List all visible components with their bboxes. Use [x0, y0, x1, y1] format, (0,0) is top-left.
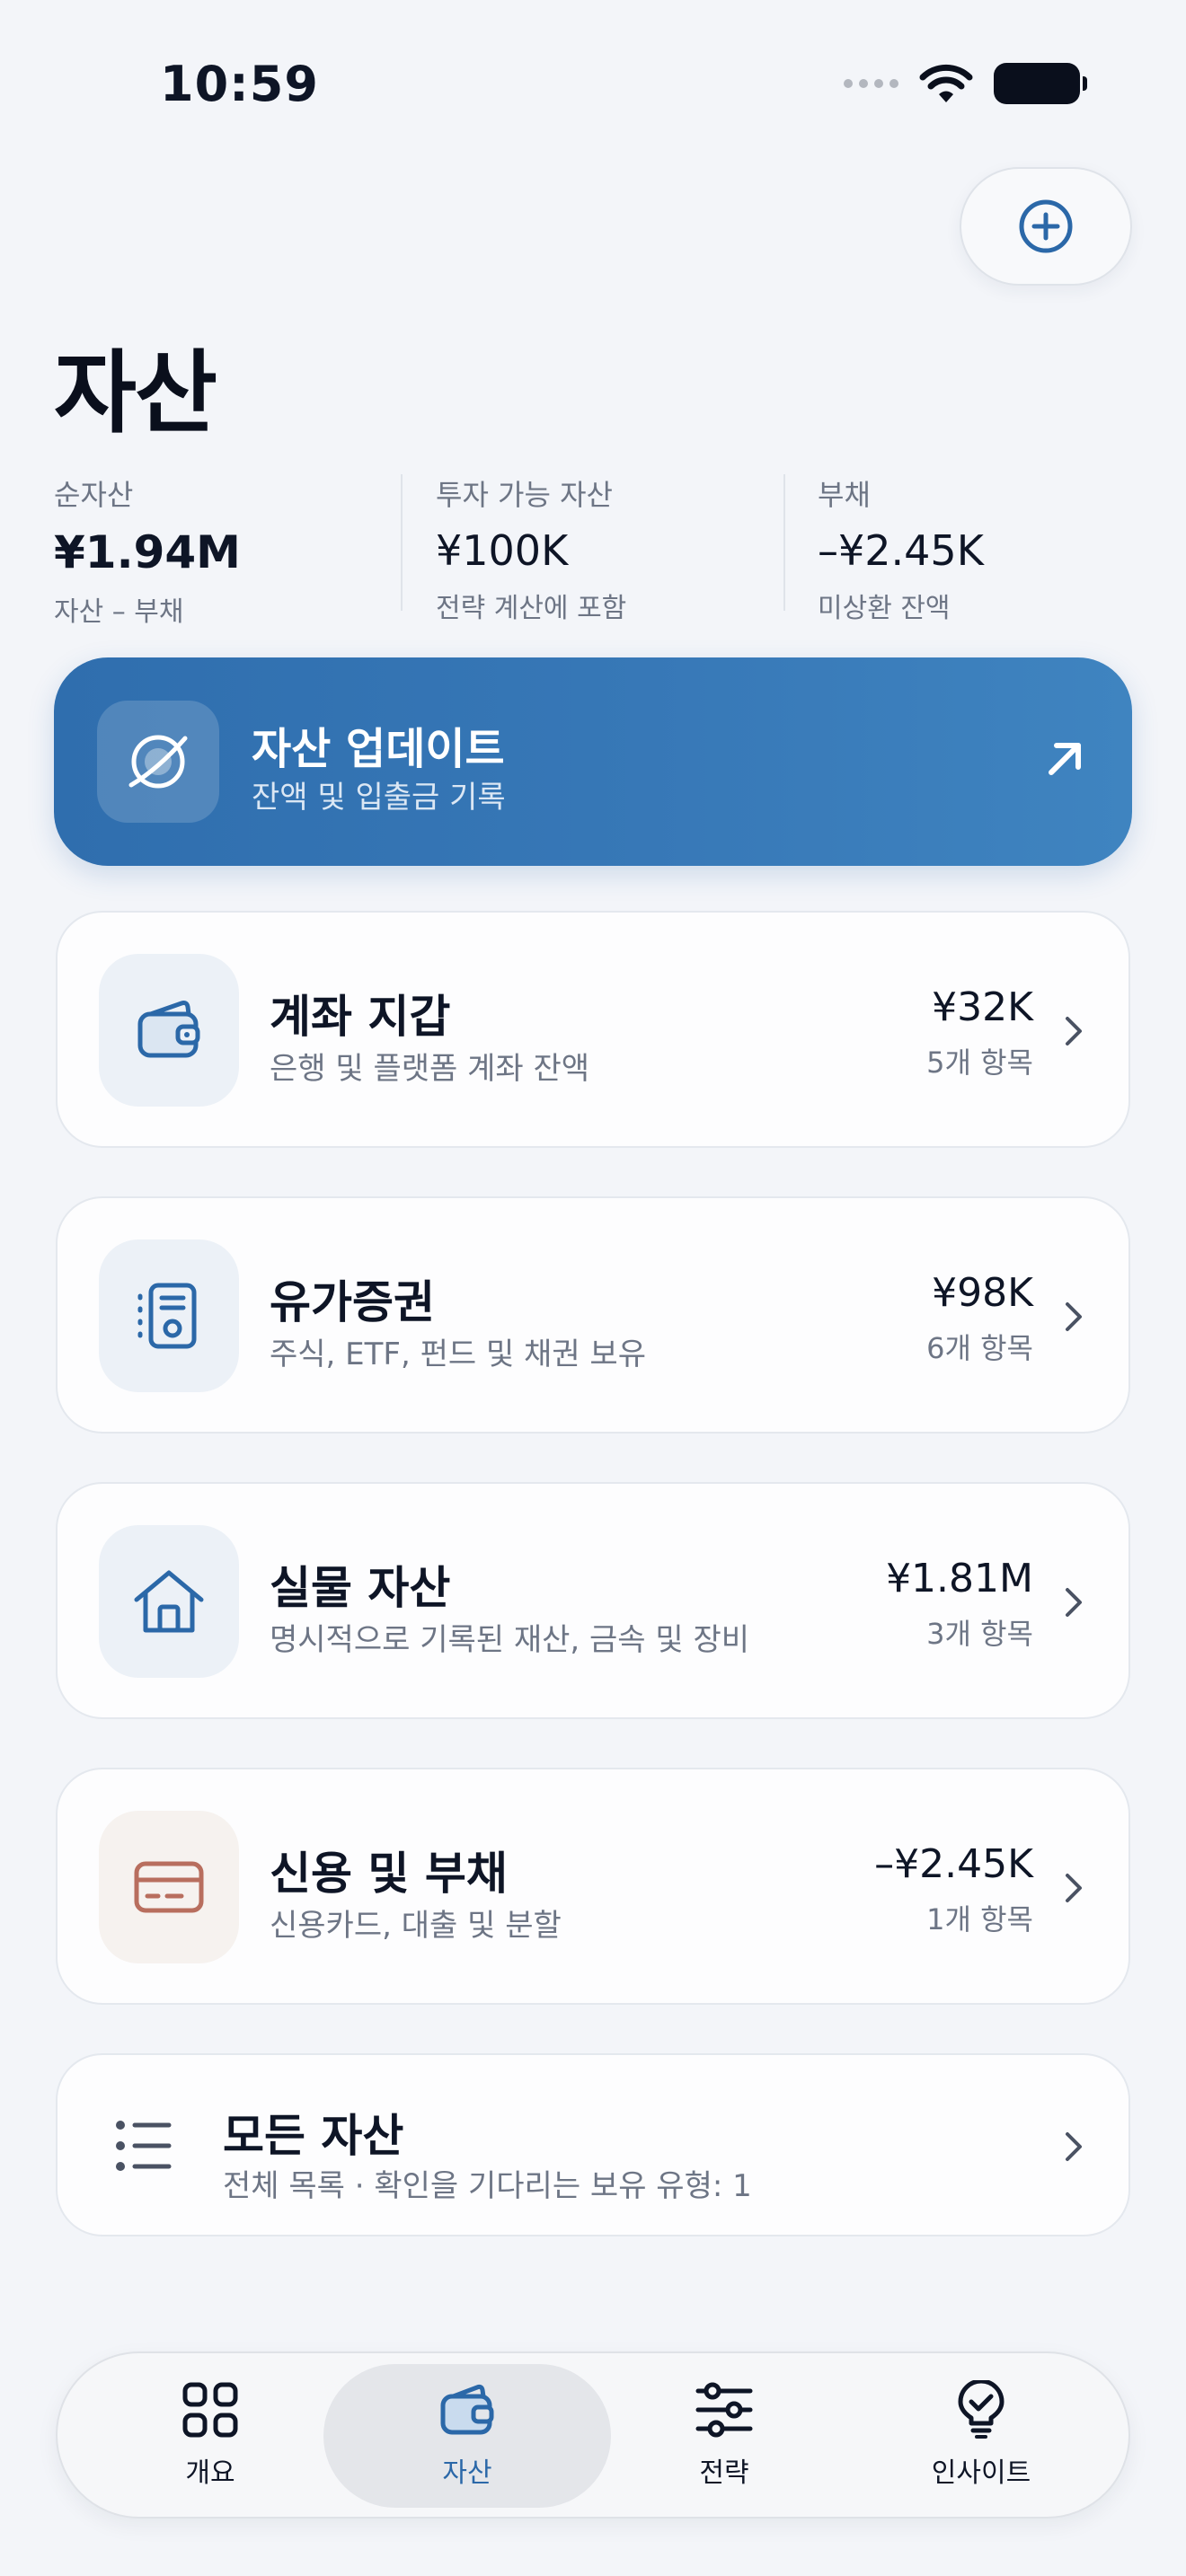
status-time: 10:59: [160, 56, 319, 112]
stat-label: 투자 가능 자산: [436, 478, 613, 512]
card-title: 실물 자산: [270, 1562, 451, 1614]
certificate-icon: [137, 1283, 197, 1349]
tab-label: 개요: [185, 2457, 235, 2489]
card-count: 6개 항목: [926, 1331, 1033, 1365]
card-icon-tile: [99, 1239, 239, 1392]
tab-insights[interactable]: 인사이트: [846, 2353, 1116, 2517]
card-subtitle: 명시적으로 기록된 재산, 금속 및 장비: [270, 1622, 750, 1658]
card-icon-tile: [99, 1525, 239, 1678]
card-subtitle: 은행 및 플랫폼 계좌 잔액: [270, 1051, 590, 1087]
card-title: 신용 및 부채: [270, 1848, 508, 1900]
hero-icon-tile: [97, 701, 219, 823]
signal-dots-icon: [844, 79, 898, 88]
stat-sub: 미상환 잔액: [818, 593, 951, 624]
sync-orbit-icon: [128, 735, 188, 789]
chevron-right-icon: [1066, 2132, 1082, 2161]
card-value: –¥2.45K: [874, 1841, 1033, 1887]
tab-overview[interactable]: 개요: [75, 2353, 345, 2517]
tab-label: 인사이트: [931, 2457, 1031, 2489]
tab-bar: 개요 자산 전략 인사이트: [56, 2351, 1130, 2519]
card-count: 5개 항목: [926, 1045, 1033, 1080]
card-value: ¥32K: [932, 984, 1033, 1030]
stat-divider: [783, 474, 785, 611]
update-assets-banner[interactable]: 자산 업데이트 잔액 및 입출금 기록: [54, 657, 1132, 866]
tab-assets[interactable]: 자산: [332, 2353, 602, 2517]
add-asset-button[interactable]: [960, 167, 1132, 286]
battery-icon: [994, 63, 1087, 104]
hero-title: 자산 업데이트: [252, 724, 505, 774]
plus-circle-icon: [1019, 199, 1073, 253]
wallet-icon: [440, 2384, 494, 2435]
stat-value: ¥100K: [436, 526, 569, 575]
tab-label: 전략: [699, 2457, 749, 2489]
tab-strategy[interactable]: 전략: [589, 2353, 859, 2517]
card-icon-tile: [99, 954, 239, 1107]
all-assets-subtitle: 전체 목록 · 확인을 기다리는 보유 유형: 1: [223, 2168, 752, 2204]
page-title: 자산: [54, 340, 217, 446]
tab-label: 자산: [442, 2457, 492, 2489]
stat-net-worth: 순자산 ¥1.94M 자산 – 부채: [54, 472, 377, 629]
stat-value: ¥1.94M: [54, 526, 241, 578]
chevron-right-icon: [1066, 1017, 1082, 1045]
stat-label: 부채: [818, 478, 871, 512]
list-icon: [116, 2121, 172, 2171]
all-assets-row[interactable]: 모든 자산 전체 목록 · 확인을 기다리는 보유 유형: 1: [56, 2053, 1130, 2236]
card-subtitle: 주식, ETF, 펀드 및 채권 보유: [270, 1337, 646, 1372]
card-count: 1개 항목: [926, 1902, 1033, 1936]
arrow-up-right-icon: [1049, 743, 1081, 775]
house-icon: [134, 1570, 204, 1633]
card-value: ¥1.81M: [886, 1556, 1033, 1601]
card-value: ¥98K: [932, 1270, 1033, 1316]
all-assets-title: 모든 자산: [223, 2110, 404, 2162]
category-card-credit-liabilities[interactable]: 신용 및 부채 신용카드, 대출 및 분할 –¥2.45K 1개 항목: [56, 1768, 1130, 2005]
stat-label: 순자산: [54, 478, 134, 512]
stat-investable: 투자 가능 자산 ¥100K 전략 계산에 포함: [436, 472, 759, 625]
grid-icon: [182, 2382, 238, 2438]
chevron-right-icon: [1066, 1302, 1082, 1331]
card-title: 유가증권: [270, 1276, 435, 1328]
category-card-real-assets[interactable]: 실물 자산 명시적으로 기록된 재산, 금속 및 장비 ¥1.81M 3개 항목: [56, 1482, 1130, 1719]
hero-subtitle: 잔액 및 입출금 기록: [252, 780, 506, 816]
wallet-icon: [137, 1001, 200, 1058]
wifi-icon: [919, 64, 973, 102]
credit-card-icon: [134, 1861, 204, 1913]
stat-liabilities: 부채 –¥2.45K 미상환 잔액: [818, 472, 1141, 625]
category-card-accounts[interactable]: 계좌 지갑 은행 및 플랫폼 계좌 잔액 ¥32K 5개 항목: [56, 911, 1130, 1148]
stat-value: –¥2.45K: [818, 526, 984, 575]
stat-sub: 자산 – 부채: [54, 596, 184, 628]
chevron-right-icon: [1066, 1588, 1082, 1617]
card-subtitle: 신용카드, 대출 및 분할: [270, 1908, 562, 1944]
sliders-icon: [695, 2382, 753, 2438]
card-title: 계좌 지갑: [270, 991, 451, 1043]
card-icon-tile: [99, 1811, 239, 1963]
status-icons: [844, 63, 1087, 104]
lightbulb-icon: [958, 2380, 1005, 2439]
card-count: 3개 항목: [926, 1617, 1033, 1651]
stat-sub: 전략 계산에 포함: [436, 593, 627, 624]
category-card-securities[interactable]: 유가증권 주식, ETF, 펀드 및 채권 보유 ¥98K 6개 항목: [56, 1196, 1130, 1434]
stat-divider: [401, 474, 403, 611]
chevron-right-icon: [1066, 1874, 1082, 1902]
